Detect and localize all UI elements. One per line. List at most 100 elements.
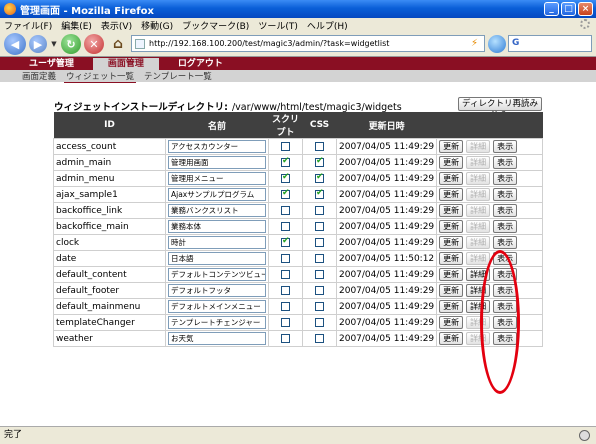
menu-item[interactable]: ブックマーク(B) [182, 19, 249, 32]
css-checkbox[interactable] [315, 188, 324, 199]
css-checkbox[interactable] [315, 253, 324, 263]
admin-tab[interactable]: ユーザ管理 [14, 58, 89, 70]
update-button[interactable]: 更新 [439, 252, 464, 265]
window-title: 管理画面 - Mozilla Firefox [20, 5, 154, 17]
forward-button[interactable]: ▶ [29, 35, 47, 53]
menu-item[interactable]: ファイル(F) [4, 19, 52, 32]
go-button[interactable] [488, 35, 506, 53]
update-button[interactable]: 更新 [439, 204, 464, 217]
widget-name-cell: アクセスカウンター [165, 138, 269, 155]
widget-name-input[interactable]: 管理用メニュー [168, 172, 266, 185]
widget-name-input[interactable]: 管理用画面 [168, 156, 266, 169]
home-button[interactable]: ⌂ [107, 34, 129, 54]
css-checkbox[interactable] [315, 285, 324, 295]
widget-name-input[interactable]: 業務バンクスリスト [168, 204, 266, 217]
header-css: CSS [302, 112, 337, 139]
menu-item[interactable]: ツール(T) [258, 19, 298, 32]
script-checkbox[interactable] [281, 141, 290, 151]
widget-name-input[interactable]: デフォルトメインメニュー [168, 300, 266, 313]
address-bar[interactable]: http://192.168.100.200/test/magic3/admin… [131, 35, 485, 52]
script-cell [268, 218, 303, 235]
css-checkbox[interactable] [315, 156, 324, 167]
view-button[interactable]: 表示 [493, 188, 518, 201]
script-checkbox[interactable] [281, 156, 290, 167]
reload-directory-button[interactable]: ディレクトリ再読み込み [458, 97, 542, 121]
update-button[interactable]: 更新 [439, 284, 464, 297]
update-button[interactable]: 更新 [439, 316, 464, 329]
admin-tab[interactable]: ログアウト [163, 58, 238, 70]
widget-name-input[interactable]: テンプレートチェンジャー [168, 316, 266, 329]
menu-item[interactable]: ヘルプ(H) [307, 19, 348, 32]
script-checkbox[interactable] [281, 205, 290, 215]
stop-button[interactable]: ✕ [84, 34, 104, 54]
admin-tab[interactable]: 画面管理 [92, 58, 159, 70]
update-button[interactable]: 更新 [439, 220, 464, 233]
admin-subtab[interactable]: テンプレート一覧 [142, 70, 214, 82]
script-checkbox[interactable] [281, 269, 290, 279]
maximize-button[interactable]: □ [561, 2, 576, 16]
script-checkbox[interactable] [281, 172, 290, 183]
admin-subnav: 画面定義 ウィジェット一覧 テンプレート一覧 [0, 70, 596, 83]
view-button[interactable]: 表示 [493, 220, 518, 233]
css-checkbox[interactable] [315, 172, 324, 183]
view-button[interactable]: 表示 [493, 140, 518, 153]
widget-name-cell: Ajaxサンプルプログラム [165, 186, 269, 203]
rss-icon[interactable]: ⚡ [471, 38, 478, 49]
widget-id: default_mainmenu [53, 298, 166, 315]
widget-name-input[interactable]: 日本語 [168, 252, 266, 265]
script-checkbox[interactable] [281, 301, 290, 311]
widget-name-input[interactable]: Ajaxサンプルプログラム [168, 188, 266, 201]
script-cell [268, 170, 303, 187]
script-checkbox[interactable] [281, 317, 290, 327]
widget-name-input[interactable]: アクセスカウンター [168, 140, 266, 153]
update-button[interactable]: 更新 [439, 172, 464, 185]
admin-subtab[interactable]: 画面定義 [20, 70, 58, 82]
view-button[interactable]: 表示 [493, 236, 518, 249]
menu-item[interactable]: 移動(G) [141, 19, 173, 32]
admin-subtab[interactable]: ウィジェット一覧 [64, 70, 137, 83]
update-button[interactable]: 更新 [439, 156, 464, 169]
css-cell [302, 298, 337, 315]
widget-name-input[interactable]: デフォルトフッタ [168, 284, 266, 297]
view-button[interactable]: 表示 [493, 156, 518, 169]
close-button[interactable]: × [578, 2, 593, 16]
css-checkbox[interactable] [315, 333, 324, 343]
script-checkbox[interactable] [281, 285, 290, 295]
history-dropdown-icon[interactable]: ▼ [50, 34, 58, 54]
css-checkbox[interactable] [315, 301, 324, 311]
widget-name-input[interactable]: 業務本体 [168, 220, 266, 233]
css-checkbox[interactable] [315, 141, 324, 151]
script-checkbox[interactable] [281, 253, 290, 263]
update-button[interactable]: 更新 [439, 300, 464, 313]
widget-name-input[interactable]: デフォルトコンテンツビュー [168, 268, 266, 281]
header-script: スクリプト [268, 112, 303, 139]
css-checkbox[interactable] [315, 221, 324, 231]
update-button[interactable]: 更新 [439, 332, 464, 345]
script-checkbox[interactable] [281, 333, 290, 343]
minimize-button[interactable]: _ [544, 2, 559, 16]
view-button[interactable]: 表示 [493, 204, 518, 217]
update-button[interactable]: 更新 [439, 236, 464, 249]
css-checkbox[interactable] [315, 317, 324, 327]
search-input[interactable]: G [508, 35, 592, 52]
reload-button[interactable]: ↻ [61, 34, 81, 54]
update-button[interactable]: 更新 [439, 188, 464, 201]
css-checkbox[interactable] [315, 237, 324, 247]
widget-table: ID 名前 スクリプト CSS 更新日時 access_count アクセスカウン… [53, 112, 543, 347]
widget-name-input[interactable]: 時計 [168, 236, 266, 249]
css-checkbox[interactable] [315, 205, 324, 215]
menu-item[interactable]: 表示(V) [101, 19, 132, 32]
script-checkbox[interactable] [281, 236, 290, 247]
css-checkbox[interactable] [315, 269, 324, 279]
widget-name-input[interactable]: お天気 [168, 332, 266, 345]
view-button[interactable]: 表示 [493, 172, 518, 185]
menu-item[interactable]: 編集(E) [61, 19, 92, 32]
actions-cell: 更新 詳細 表示 [436, 234, 543, 251]
script-checkbox[interactable] [281, 188, 290, 199]
detail-button: 詳細 [466, 220, 491, 233]
update-button[interactable]: 更新 [439, 140, 464, 153]
script-checkbox[interactable] [281, 221, 290, 231]
css-cell [302, 170, 337, 187]
update-button[interactable]: 更新 [439, 268, 464, 281]
back-button[interactable]: ◀ [4, 33, 26, 55]
